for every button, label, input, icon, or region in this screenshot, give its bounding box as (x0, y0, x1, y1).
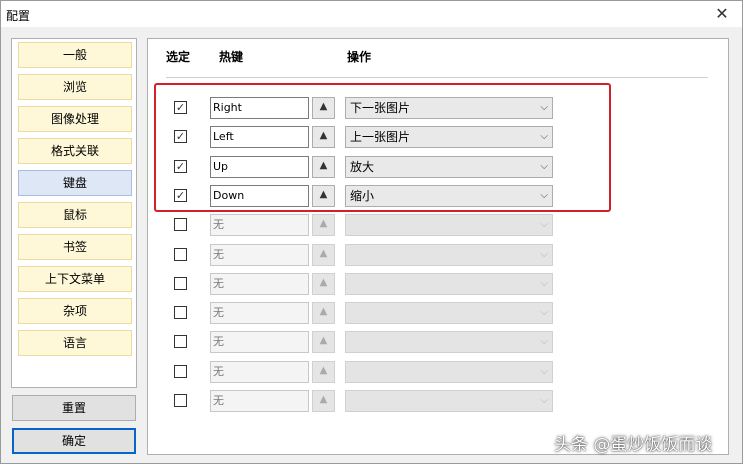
ok-button[interactable]: 确定 (12, 428, 136, 454)
action-dropdown[interactable]: ⌵ (345, 360, 553, 383)
sidebar-item[interactable]: 键盘 (18, 170, 132, 196)
select-checkbox[interactable] (174, 364, 187, 378)
chevron-up-icon[interactable]: ▲ (312, 390, 335, 412)
sidebar-item[interactable]: 书签 (18, 234, 132, 260)
chevron-down-icon: ⌵ (540, 277, 548, 289)
hotkey-row: 无 ▲ ⌵ (148, 272, 730, 296)
window-title: 配置 (6, 9, 31, 23)
chevron-up-icon[interactable]: ▲ (312, 302, 335, 325)
select-checkbox[interactable] (174, 218, 187, 232)
hotkey-field[interactable]: 无 (210, 360, 309, 383)
chevron-up-icon[interactable]: ▲ (312, 243, 335, 266)
hotkey-field[interactable]: 无 (210, 272, 309, 295)
header-action: 操作 (347, 50, 372, 64)
hotkey-field[interactable]: 无 (210, 214, 309, 237)
select-checkbox[interactable] (174, 394, 187, 407)
chevron-up-icon[interactable]: ▲ (312, 214, 335, 237)
hotkey-row: 无 ▲ ⌵ (148, 213, 730, 237)
header-select: 选定 (166, 50, 191, 64)
hotkey-row: 无 ▲ ⌵ (148, 360, 730, 384)
chevron-down-icon: ⌵ (540, 365, 548, 377)
sidebar-item[interactable]: 一般 (18, 42, 132, 68)
sidebar-item[interactable]: 上下文菜单 (18, 266, 132, 292)
header-hotkey: 热键 (219, 50, 244, 64)
hotkey-row: 无 ▲ ⌵ (148, 330, 730, 354)
hotkey-field[interactable]: 无 (210, 390, 309, 412)
chevron-down-icon: ⌵ (540, 307, 548, 319)
action-dropdown[interactable]: ⌵ (345, 272, 553, 295)
highlight-box (154, 83, 611, 212)
hotkey-field[interactable]: 无 (210, 243, 309, 266)
sidebar-item[interactable]: 鼠标 (18, 202, 132, 228)
chevron-down-icon: ⌵ (540, 395, 548, 406)
hotkey-field[interactable]: 无 (210, 331, 309, 354)
chevron-up-icon[interactable]: ▲ (312, 360, 335, 383)
sidebar-item[interactable]: 浏览 (18, 74, 132, 100)
sidebar: 一般浏览图像处理格式关联键盘鼠标书签上下文菜单杂项语言 (11, 38, 137, 388)
hotkey-field[interactable]: 无 (210, 302, 309, 325)
title-bar: 配置 ✕ (1, 1, 742, 27)
chevron-down-icon: ⌵ (540, 336, 548, 348)
select-checkbox[interactable] (174, 335, 187, 349)
action-dropdown[interactable]: ⌵ (345, 214, 553, 237)
select-checkbox[interactable] (174, 306, 187, 320)
action-dropdown[interactable]: ⌵ (345, 390, 553, 412)
action-dropdown[interactable]: ⌵ (345, 243, 553, 266)
action-dropdown[interactable]: ⌵ (345, 331, 553, 354)
sidebar-item[interactable]: 杂项 (18, 298, 132, 324)
hotkey-row: 无 ▲ ⌵ (148, 389, 730, 413)
hotkey-row: 无 ▲ ⌵ (148, 243, 730, 267)
select-checkbox[interactable] (174, 247, 187, 261)
chevron-down-icon: ⌵ (540, 219, 548, 231)
reset-button[interactable]: 重置 (12, 395, 136, 421)
sidebar-item[interactable]: 格式关联 (18, 138, 132, 164)
close-icon[interactable]: ✕ (712, 4, 732, 24)
config-window: 配置 ✕ 一般浏览图像处理格式关联键盘鼠标书签上下文菜单杂项语言 重置 确定 选… (0, 0, 743, 464)
hotkey-row: 无 ▲ ⌵ (148, 301, 730, 325)
sidebar-item[interactable]: 图像处理 (18, 106, 132, 132)
action-dropdown[interactable]: ⌵ (345, 302, 553, 325)
chevron-up-icon[interactable]: ▲ (312, 272, 335, 295)
watermark-text: 头条 @蛋炒饭饭而谈 (554, 435, 713, 455)
select-checkbox[interactable] (174, 276, 187, 290)
chevron-down-icon: ⌵ (540, 248, 548, 260)
chevron-up-icon[interactable]: ▲ (312, 331, 335, 354)
header-divider (166, 77, 708, 78)
sidebar-item[interactable]: 语言 (18, 330, 132, 356)
